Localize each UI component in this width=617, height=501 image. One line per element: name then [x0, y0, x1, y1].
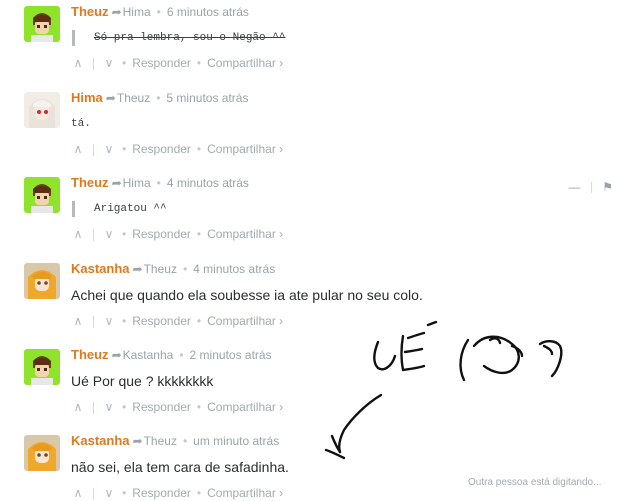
flag-icon[interactable]: ⚑ — [602, 180, 613, 194]
comment-header: Theuz ➦Kastanha • 2 minutos atrás — [71, 347, 614, 363]
upvote-icon[interactable]: ∧ — [71, 55, 85, 71]
downvote-icon[interactable]: ∨ — [102, 399, 116, 415]
reply-arrow-icon: ➦ — [132, 434, 143, 448]
share-button[interactable]: Compartilhar › — [207, 56, 283, 70]
avatar-theuz[interactable] — [24, 349, 60, 385]
parent-author[interactable]: Theuz — [117, 91, 150, 105]
author-name[interactable]: Theuz — [71, 4, 109, 19]
upvote-icon[interactable]: ∧ — [71, 313, 85, 329]
collapse-icon[interactable]: — — [569, 180, 581, 194]
parent-author[interactable]: Kastanha — [123, 348, 174, 362]
author-name[interactable]: Kastanha — [71, 433, 130, 448]
separator-dot: • — [182, 434, 188, 448]
comment-actions: ∧ ∨ • Responder • Compartilhar › — [71, 141, 614, 157]
comment-actions: ∧ ∨ • Responder • Compartilhar › — [71, 226, 614, 242]
comment-header: Kastanha ➦Theuz • um minuto atrás — [71, 433, 614, 449]
separator-dot: • — [196, 142, 202, 156]
separator-dot: • — [196, 314, 202, 328]
comment-header: Hima ➦Theuz • 5 minutos atrás — [71, 90, 614, 106]
typing-indicator: Outra pessoa está digitando... — [468, 477, 602, 488]
comment-text: Ué Por que ? kkkkkkkk — [71, 373, 214, 389]
separator-dot: • — [122, 142, 127, 156]
parent-author[interactable]: Hima — [123, 5, 151, 19]
avatar-theuz[interactable] — [24, 177, 60, 213]
downvote-icon[interactable]: ∨ — [102, 313, 116, 329]
separator-dot: • — [196, 56, 202, 70]
reply-arrow-icon: ➦ — [111, 176, 122, 190]
share-button[interactable]: Compartilhar › — [207, 227, 283, 241]
timestamp[interactable]: 4 minutos atrás — [193, 262, 275, 276]
vote-divider — [93, 487, 94, 500]
timestamp[interactable]: 2 minutos atrás — [190, 348, 272, 362]
separator-dot: • — [156, 5, 161, 19]
comment-actions: ∧ ∨ • Responder • Compartilhar › — [71, 399, 614, 415]
comment-actions: ∧ ∨ • Responder • Compartilhar › — [71, 313, 614, 329]
parent-author[interactable]: Hima — [123, 176, 151, 190]
author-name[interactable]: Kastanha — [71, 261, 130, 276]
comment-actions: ∧ ∨ • Responder • Compartilhar › — [71, 55, 614, 71]
share-button[interactable]: Compartilhar › — [207, 142, 283, 156]
reply-arrow-icon: ➦ — [111, 348, 122, 362]
handdrawn-doodle — [324, 320, 563, 460]
separator-dot: • — [122, 56, 127, 70]
share-button[interactable]: Compartilhar › — [207, 314, 283, 328]
upvote-icon[interactable]: ∧ — [71, 141, 85, 157]
reply-button[interactable]: Responder — [132, 142, 191, 156]
author-name[interactable]: Hima — [71, 90, 103, 105]
separator-dot: • — [182, 262, 188, 276]
timestamp[interactable]: 6 minutos atrás — [167, 5, 249, 19]
separator-dot: • — [122, 400, 127, 414]
parent-author[interactable]: Theuz — [144, 262, 177, 276]
vote-divider — [93, 401, 94, 414]
vote-divider — [93, 228, 94, 241]
comment-header: Theuz ➦Hima • 4 minutos atrás — [71, 175, 614, 191]
reply-button[interactable]: Responder — [132, 400, 191, 414]
separator-dot: • — [196, 400, 202, 414]
upvote-icon[interactable]: ∧ — [71, 226, 85, 242]
separator-dot: • — [156, 91, 161, 105]
comment-text: Achei que quando ela soubesse ia ate pul… — [71, 287, 423, 303]
avatar-hima[interactable] — [24, 92, 60, 128]
upvote-icon[interactable]: ∧ — [71, 485, 85, 501]
timestamp[interactable]: 4 minutos atrás — [167, 176, 249, 190]
author-name[interactable]: Theuz — [71, 347, 109, 362]
reply-button[interactable]: Responder — [132, 227, 191, 241]
reply-button[interactable]: Responder — [132, 314, 191, 328]
author-name[interactable]: Theuz — [71, 175, 109, 190]
timestamp[interactable]: 5 minutos atrás — [166, 91, 248, 105]
separator-dot: • — [122, 314, 127, 328]
comment-header: Theuz ➦Hima • 6 minutos atrás — [71, 4, 614, 20]
vote-divider — [93, 143, 94, 156]
reply-button[interactable]: Responder — [132, 56, 191, 70]
moderation-controls: — ⚑ — [569, 180, 613, 194]
comment-text: Arigatou ^^ — [72, 201, 614, 217]
reply-arrow-icon: ➦ — [111, 5, 122, 19]
separator-dot: • — [196, 227, 202, 241]
reply-arrow-icon: ➦ — [132, 262, 143, 276]
parent-author[interactable]: Theuz — [144, 434, 177, 448]
separator-dot: • — [122, 227, 127, 241]
share-button[interactable]: Compartilhar › — [207, 400, 283, 414]
separator-dot: • — [156, 176, 161, 190]
avatar-kastanha[interactable] — [24, 435, 60, 471]
separator-dot: • — [179, 348, 184, 362]
downvote-icon[interactable]: ∨ — [102, 55, 116, 71]
downvote-icon[interactable]: ∨ — [102, 485, 116, 501]
avatar-kastanha[interactable] — [24, 263, 60, 299]
downvote-icon[interactable]: ∨ — [102, 226, 116, 242]
avatar-theuz[interactable] — [24, 6, 60, 42]
comment-text: Só pra lembra, sou o Negão ^^ — [72, 30, 614, 46]
comment-text: tá. — [71, 118, 91, 130]
upvote-icon[interactable]: ∧ — [71, 399, 85, 415]
vote-divider — [93, 315, 94, 328]
mod-divider — [590, 182, 592, 194]
timestamp[interactable]: um minuto atrás — [193, 434, 279, 448]
reply-arrow-icon: ➦ — [105, 91, 116, 105]
vote-divider — [93, 57, 94, 70]
comment-text: não sei, ela tem cara de safadinha. — [71, 459, 289, 475]
comment-header: Kastanha ➦Theuz • 4 minutos atrás — [71, 261, 614, 277]
downvote-icon[interactable]: ∨ — [102, 141, 116, 157]
